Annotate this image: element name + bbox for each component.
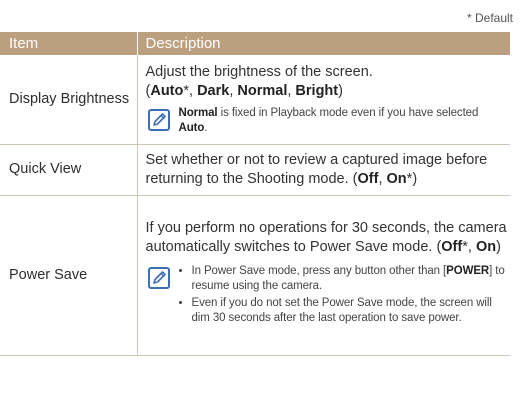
option-off: Off <box>357 170 379 187</box>
item-cell: Display Brightness <box>0 55 137 145</box>
description-cell: If you perform no operations for 30 seco… <box>136 195 510 356</box>
note-pencil-icon <box>147 108 170 131</box>
description-cell: Adjust the brightness of the screen. (Au… <box>136 55 510 145</box>
default-note: * Default <box>466 11 513 25</box>
options-list: (Off*, On) <box>436 239 501 255</box>
option-on: On <box>475 239 497 255</box>
item-label: Display Brightness <box>9 90 130 107</box>
table-row-display-brightness: Display Brightness Adjust the brightness… <box>0 55 510 145</box>
settings-table: Item Description Display Brightness Adju… <box>0 32 510 356</box>
description-text: If you perform no operations for 30 seco… <box>145 220 507 255</box>
note-text: In Power Save mode, press any button oth… <box>179 264 510 328</box>
column-header-item: Item <box>0 32 137 55</box>
option-bright: Bright <box>295 82 339 99</box>
item-cell: Quick View <box>0 144 137 196</box>
option-off: Off <box>441 239 463 255</box>
description-text: Adjust the brightness of the screen. <box>145 63 373 80</box>
option-dark: Dark <box>197 82 230 99</box>
option-normal: Normal <box>237 82 288 99</box>
options-list: (Auto*, Dark, Normal, Bright) <box>145 82 343 99</box>
note: Normal is fixed in Playback mode even if… <box>146 106 510 136</box>
list-item: Even if you do not set the Power Save mo… <box>192 296 510 326</box>
item-label: Power Save <box>9 266 88 283</box>
note-text: Normal is fixed in Playback mode even if… <box>178 106 479 134</box>
item-label: Quick View <box>9 161 82 177</box>
note-pencil-icon <box>147 267 170 289</box>
item-cell: Power Save <box>0 195 137 356</box>
column-header-description: Description <box>136 32 510 55</box>
description-cell: Set whether or not to review a captured … <box>136 144 510 196</box>
list-item: In Power Save mode, press any button oth… <box>192 264 510 294</box>
note-list: In Power Save mode, press any button oth… <box>179 264 510 326</box>
options-list: (Off, On*) <box>352 170 418 187</box>
option-auto: Auto <box>150 82 184 99</box>
table-row-quick-view: Quick View Set whether or not to review … <box>0 144 510 196</box>
note: In Power Save mode, press any button oth… <box>146 264 510 328</box>
table-header-row: Item Description <box>0 32 510 55</box>
option-on: On <box>386 170 407 187</box>
description-text: Set whether or not to review a captured … <box>145 151 488 187</box>
table-row-power-save: Power Save If you perform no operations … <box>0 195 510 356</box>
